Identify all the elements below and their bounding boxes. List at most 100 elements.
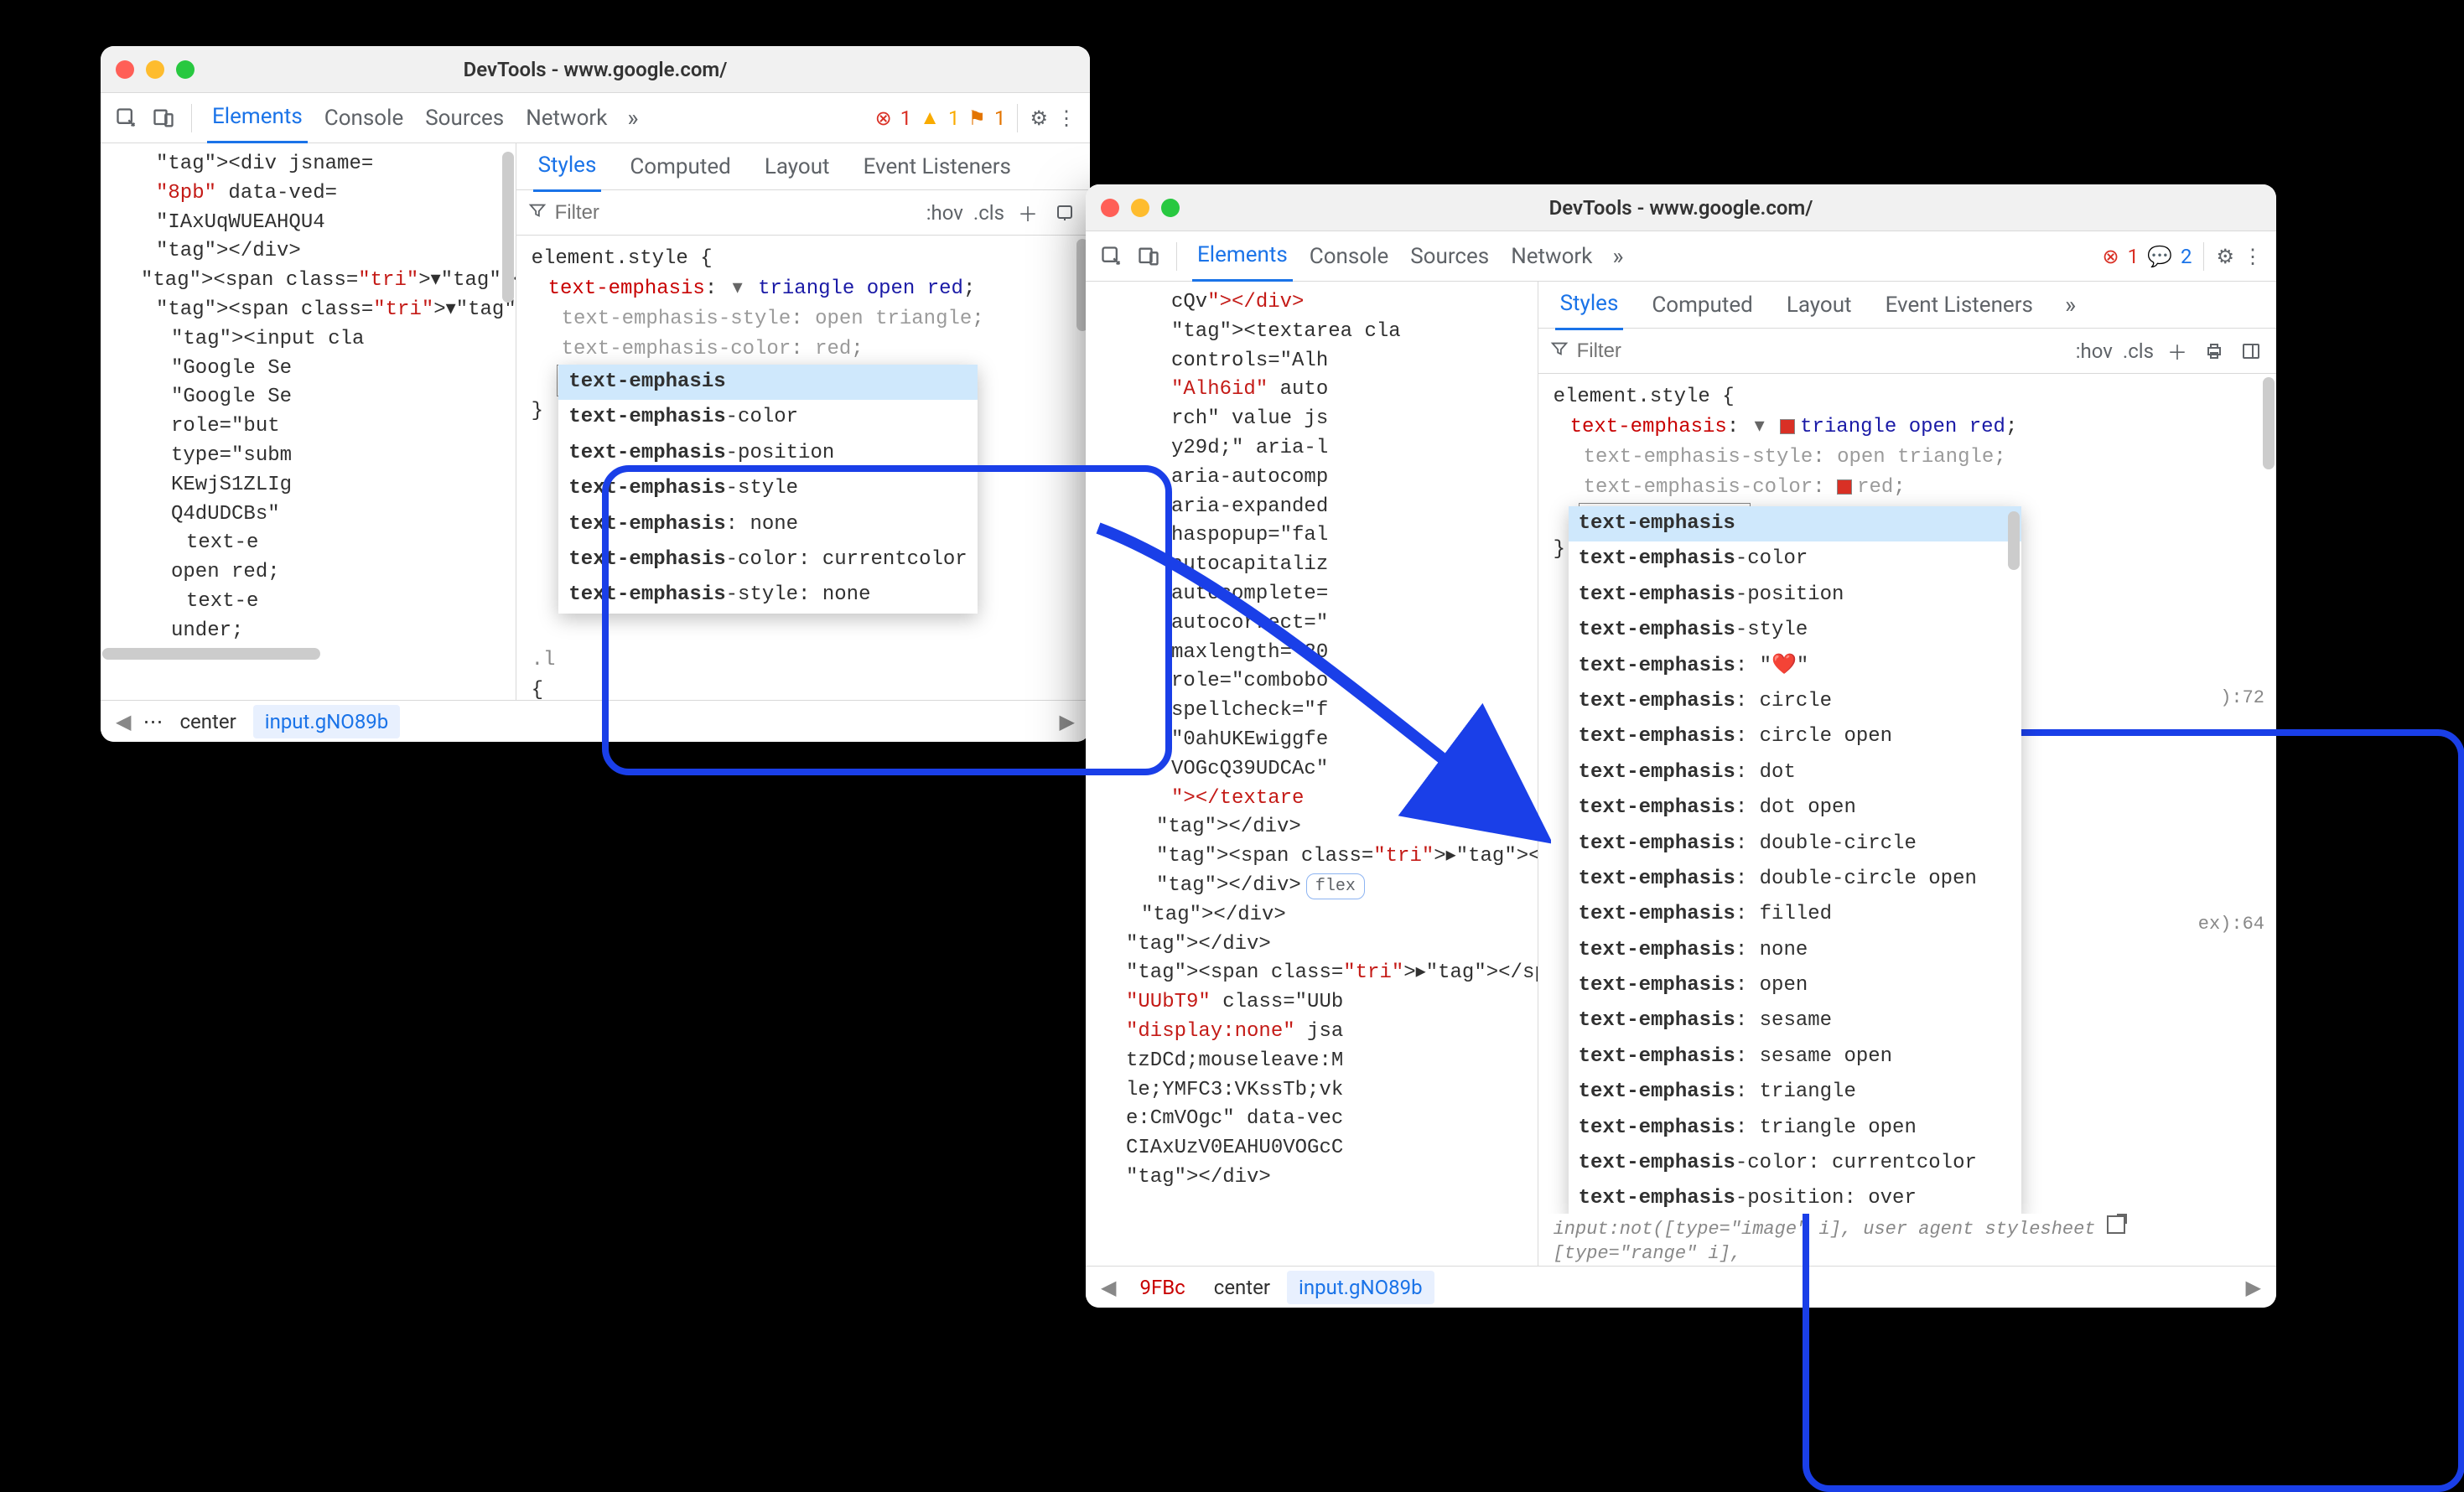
dom-line[interactable]: y29d;" aria-l (1096, 434, 1538, 464)
dom-line[interactable]: "Google Se (111, 355, 516, 384)
kebab-icon[interactable]: ⋮ (1056, 106, 1076, 130)
tab-network[interactable]: Network (1506, 232, 1597, 281)
css-declaration[interactable]: text-emphasis: ▾ triangle open red; (532, 274, 1075, 304)
autocomplete-item[interactable]: text-emphasis: none (558, 507, 977, 542)
autocomplete-item[interactable]: text-emphasis-color: currentcolor (1569, 1146, 2021, 1181)
scrollbar-vertical[interactable] (2263, 377, 2275, 469)
dom-line[interactable]: rch" value js (1096, 405, 1538, 434)
container-icon[interactable] (1051, 199, 1078, 226)
autocomplete-item[interactable]: text-emphasis-color: currentcolor (558, 542, 977, 578)
autocomplete-item[interactable]: text-emphasis: none (1569, 933, 2021, 968)
source-link[interactable]: ):72 (2220, 684, 2264, 712)
autocomplete-item[interactable]: text-emphasis: open (1569, 968, 2021, 1003)
dom-line[interactable]: CIAxUzV0EAHU0VOGcC (1096, 1134, 1538, 1163)
autocomplete-item[interactable]: text-emphasis-position (1569, 578, 2021, 613)
filter-input[interactable] (1577, 339, 2067, 363)
dom-line[interactable]: "0ahUKEwiggfe (1096, 726, 1538, 755)
dom-tree[interactable]: cQv"></div>"tag"><textarea clacontrols="… (1086, 282, 1538, 1266)
autocomplete-item[interactable]: text-emphasis: sesame (1569, 1003, 2021, 1039)
dom-line[interactable]: open red; (111, 558, 516, 588)
tab-console[interactable]: Console (319, 94, 408, 142)
dom-line[interactable]: "tag"><span class="tri">▸"tag"></span>"t… (1096, 842, 1538, 872)
chat-icon[interactable]: 💬 (2147, 245, 2172, 268)
autocomplete-item[interactable]: text-emphasis-position (558, 436, 977, 471)
autocomplete-item[interactable]: text-emphasis-style (558, 471, 977, 506)
dom-line[interactable]: le;YMFC3:VKssTb;vk (1096, 1076, 1538, 1106)
gear-icon[interactable]: ⚙ (1030, 106, 1048, 130)
error-icon[interactable]: ⊗ (2102, 245, 2119, 268)
dom-line[interactable]: "tag"><textarea cla (1096, 318, 1538, 347)
crumb-right-icon[interactable]: ▶ (2239, 1276, 2268, 1299)
css-declaration[interactable]: text-emphasis-style: open triangle; (532, 304, 1075, 334)
dom-line[interactable]: autocorrect=" (1096, 609, 1538, 639)
tab-sources[interactable]: Sources (1405, 232, 1494, 281)
tab-sources[interactable]: Sources (420, 94, 509, 142)
gear-icon[interactable]: ⚙ (2216, 245, 2234, 268)
close-icon[interactable] (1101, 199, 1119, 217)
autocomplete-item[interactable]: text-emphasis: circle open (1569, 719, 2021, 754)
styles-body[interactable]: element.style { text-emphasis: ▾ triangl… (516, 236, 1090, 700)
crumb-center[interactable]: center (1202, 1271, 1282, 1304)
subtab-styles[interactable]: Styles (533, 143, 602, 192)
dom-line[interactable]: text-e (111, 588, 516, 617)
css-declaration[interactable]: text-emphasis: ▾ triangle open red; (1554, 412, 2261, 443)
funnel-icon[interactable] (528, 201, 547, 225)
autocomplete-item[interactable]: text-emphasis: double-circle open (1569, 862, 2021, 897)
autocomplete-item[interactable]: text-emphasis: filled (1569, 897, 2021, 932)
more-tabs-icon[interactable]: » (1612, 242, 1623, 270)
css-declaration[interactable]: text-emphasis-color: red; (1554, 473, 2261, 503)
autocomplete-item[interactable]: text-emphasis-style: none (558, 578, 977, 613)
dock-icon[interactable] (2238, 338, 2264, 365)
crumb-item[interactable]: 9FBc (1128, 1271, 1196, 1304)
dom-line[interactable]: "tag"><span class="tri">▸"tag"></span>"t… (1096, 959, 1538, 988)
external-link-icon[interactable] (2107, 1215, 2125, 1234)
crumb-center[interactable]: center (168, 705, 247, 738)
dom-line[interactable]: KEwjS1ZLIg (111, 471, 516, 500)
hov-toggle[interactable]: :hov (926, 201, 963, 225)
subtab-event-listeners[interactable]: Event Listeners (859, 143, 1016, 191)
warning-icon[interactable]: ▲ (920, 106, 940, 130)
autocomplete-item[interactable]: text-emphasis-style (1569, 613, 2021, 648)
dom-line[interactable]: "display:none" jsa (1096, 1018, 1538, 1047)
dom-line[interactable]: "tag"></div> (1096, 901, 1538, 930)
dom-line[interactable]: aria-autocomp (1096, 464, 1538, 493)
dom-line[interactable]: tzDCd;mouseleave:M (1096, 1047, 1538, 1076)
tab-elements[interactable]: Elements (207, 92, 308, 143)
scrollbar-vertical[interactable] (2008, 511, 2020, 570)
autocomplete-item[interactable]: text-emphasis (558, 365, 977, 400)
dom-line[interactable]: under; (111, 617, 516, 646)
dom-line[interactable]: "tag"></div> (1096, 930, 1538, 960)
inspect-icon[interactable] (114, 106, 139, 131)
crumb-input[interactable]: input.gNO89b (253, 705, 401, 738)
crumb-left-icon[interactable]: ◀ (109, 710, 137, 733)
autocomplete-item[interactable]: text-emphasis-color (1569, 541, 2021, 577)
dom-line[interactable]: autocomplete= (1096, 580, 1538, 609)
dom-tree[interactable]: "tag"><div jsname="8pb" data-ved="IAxUqW… (101, 143, 516, 700)
crumb-ellipsis[interactable]: ⋯ (143, 710, 163, 733)
close-icon[interactable] (116, 60, 134, 79)
dom-line[interactable]: maxlength="20 (1096, 639, 1538, 668)
plus-icon[interactable]: ＋ (2164, 338, 2191, 365)
minimize-icon[interactable] (1131, 199, 1149, 217)
dom-line[interactable]: text-e (111, 529, 516, 558)
kebab-icon[interactable]: ⋮ (2243, 245, 2263, 268)
dom-line[interactable]: "8pb" data-ved= (111, 179, 516, 209)
filter-input[interactable] (555, 201, 918, 225)
dom-line[interactable]: "Google Se (111, 383, 516, 412)
minimize-icon[interactable] (146, 60, 164, 79)
autocomplete-item[interactable]: text-emphasis: dot open (1569, 790, 2021, 826)
dom-line[interactable]: "tag"></div>flex (1096, 872, 1538, 901)
subtab-computed[interactable]: Computed (1647, 282, 1757, 329)
dom-line[interactable]: "tag"></div> (1096, 1163, 1538, 1193)
tab-elements[interactable]: Elements (1192, 231, 1293, 282)
cls-toggle[interactable]: .cls (2123, 339, 2154, 363)
inspect-icon[interactable] (1099, 244, 1124, 269)
dom-line[interactable]: aria-expanded (1096, 493, 1538, 522)
autocomplete-item[interactable]: text-emphasis: dot (1569, 755, 2021, 790)
subtab-layout[interactable]: Layout (1782, 282, 1857, 329)
cls-toggle[interactable]: .cls (973, 201, 1004, 225)
maximize-icon[interactable] (176, 60, 195, 79)
dom-line[interactable]: type="subm (111, 442, 516, 471)
autocomplete-popup[interactable]: text-emphasistext-emphasis-colortext-emp… (558, 365, 977, 614)
subtab-event-listeners[interactable]: Event Listeners (1880, 282, 2038, 329)
